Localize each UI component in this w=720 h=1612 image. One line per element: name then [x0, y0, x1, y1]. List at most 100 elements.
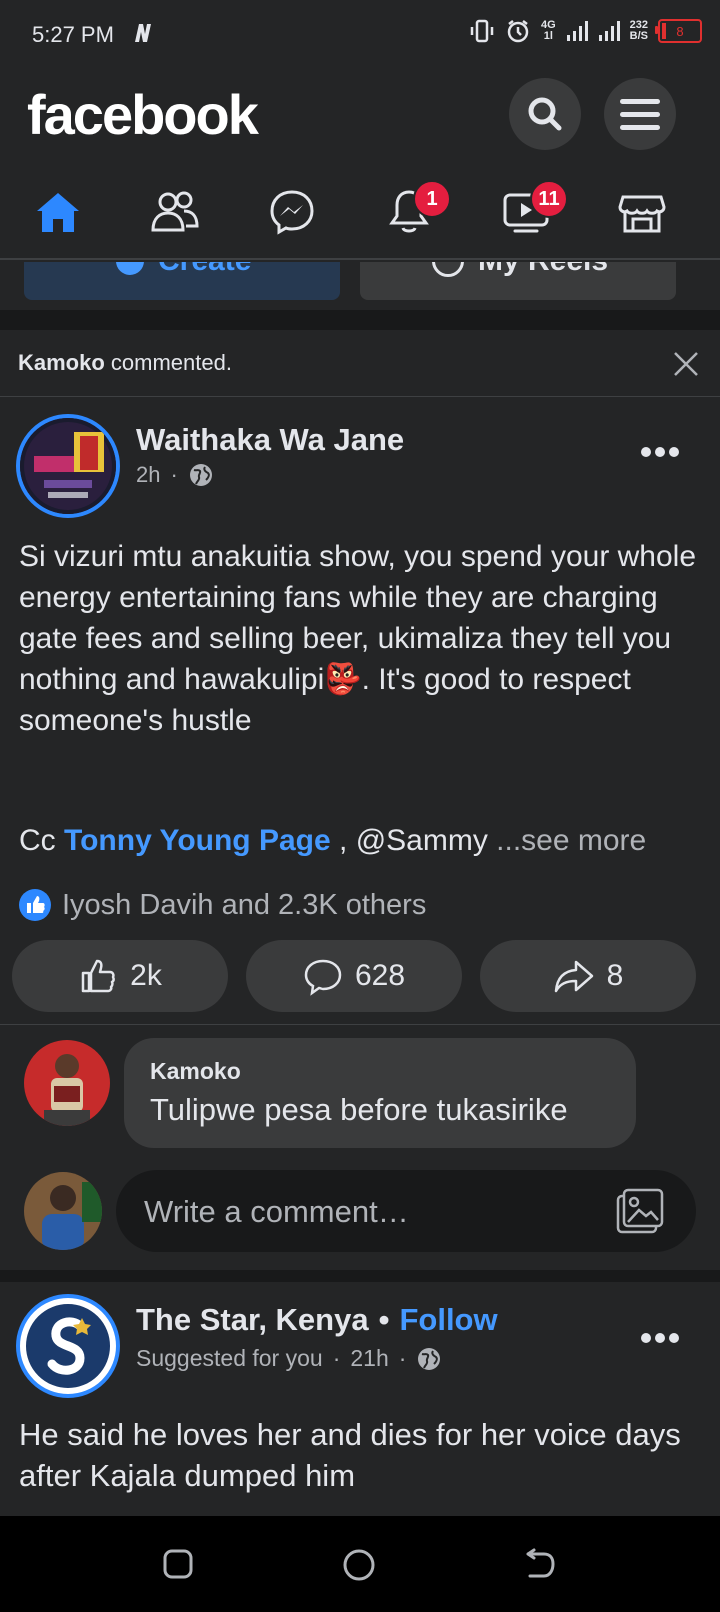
reels-icon	[432, 262, 464, 277]
thumbs-up-icon	[81, 959, 116, 993]
recents-icon[interactable]	[162, 1548, 194, 1580]
reactions-summary[interactable]: Iyosh Davih and 2.3K others	[18, 888, 426, 922]
friends-icon	[151, 191, 199, 232]
tab-friends[interactable]	[145, 184, 205, 240]
my-reels-label: My Reels	[478, 262, 608, 278]
watch-badge: 11	[530, 180, 568, 218]
tagged-page-link[interactable]: Tonny Young Page	[64, 824, 331, 857]
section-divider	[0, 310, 720, 330]
share-count: 8	[606, 959, 624, 992]
notifications-badge: 1	[413, 180, 451, 218]
commenter-avatar-image	[24, 1040, 110, 1126]
star-post-body: He said he loves her and dies for her vo…	[19, 1417, 681, 1493]
suggested-label: Suggested for you	[136, 1345, 323, 1371]
post-time[interactable]: 2h	[136, 462, 160, 488]
search-icon	[528, 97, 562, 131]
network-type: 4G 1l	[541, 20, 556, 42]
create-plus-icon	[116, 262, 144, 275]
notice-divider	[0, 396, 720, 397]
tab-home[interactable]	[28, 184, 88, 240]
battery-icon: 8	[655, 19, 702, 43]
star-avatar[interactable]	[16, 1294, 120, 1398]
vibrate-icon	[470, 19, 494, 43]
meta-separator: ·	[170, 462, 178, 487]
comment-count: 628	[354, 959, 406, 992]
tab-notifications[interactable]: 1	[379, 180, 451, 240]
commenter-avatar[interactable]	[24, 1040, 110, 1126]
network-speed: 232 B/S	[630, 20, 648, 42]
comment-text: Tulipwe pesa before tukasirike	[150, 1092, 568, 1127]
netflix-notification-icon	[135, 24, 151, 42]
comment-bubble[interactable]: Kamoko Tulipwe pesa before tukasirike	[124, 1038, 636, 1148]
home-icon	[37, 193, 79, 232]
network-type-bottom: 1l	[543, 30, 553, 42]
post-divider	[0, 1270, 720, 1282]
nav-tabs: 1 11	[0, 172, 720, 256]
star-post-time[interactable]: 21h	[350, 1345, 388, 1372]
post-author-avatar[interactable]	[16, 414, 120, 518]
follow-bullet: •	[378, 1302, 390, 1337]
star-author-name[interactable]: The Star, Kenya	[136, 1302, 369, 1338]
globe-icon	[418, 1347, 441, 1370]
reactions-text: Iyosh Davih and 2.3K others	[62, 888, 427, 921]
header-divider	[0, 258, 720, 260]
star-logo	[22, 1300, 114, 1392]
battery-level: 8	[676, 23, 684, 39]
share-button[interactable]: 8	[480, 940, 696, 1012]
status-time: 5:27 PM	[32, 22, 114, 47]
network-speed-unit: B/S	[629, 30, 648, 42]
user-avatar	[24, 1172, 102, 1250]
post-author-name[interactable]: Waithaka Wa Jane	[136, 422, 404, 458]
messenger-icon	[270, 190, 314, 235]
tab-messenger[interactable]	[262, 184, 322, 240]
post-cc-line: Cc Tonny Young Page , @Sammy ...see more	[19, 824, 646, 858]
post-meta: 2h ·	[136, 462, 214, 488]
close-icon[interactable]	[672, 350, 700, 378]
comment-button[interactable]: 628	[246, 940, 462, 1012]
status-bar: 5:27 PM 4G 1l 232 B/S 8	[0, 0, 720, 72]
search-button[interactable]	[509, 78, 581, 150]
marketplace-icon	[618, 195, 666, 233]
notice-action: commented.	[104, 350, 232, 375]
post-options-icon[interactable]	[640, 446, 680, 458]
comment-input[interactable]	[116, 1170, 586, 1254]
create-reel-button[interactable]: Create	[24, 262, 340, 300]
star-meta: Suggested for you · 21h ·	[136, 1345, 442, 1372]
user-avatar-image	[24, 1172, 102, 1250]
cc-prefix: Cc	[19, 824, 64, 857]
follow-button[interactable]: Follow	[399, 1302, 497, 1338]
star-meta-separator-2: ·	[398, 1345, 407, 1371]
write-comment-box[interactable]	[116, 1170, 696, 1254]
my-reels-button[interactable]: My Reels	[360, 262, 676, 300]
comment-author[interactable]: Kamoko	[150, 1058, 241, 1085]
menu-button[interactable]	[604, 78, 676, 150]
notice-text: Kamoko commented.	[18, 350, 232, 376]
menu-icon	[620, 99, 660, 130]
facebook-logo[interactable]: facebook	[27, 82, 259, 147]
star-author-line: The Star, Kenya • Follow	[136, 1302, 498, 1338]
like-reaction-icon	[19, 889, 51, 921]
star-meta-separator: ·	[332, 1345, 341, 1371]
see-more-link[interactable]: ...see more	[496, 824, 646, 857]
comment-icon	[304, 959, 342, 996]
tab-watch[interactable]: 11	[496, 180, 568, 240]
signal-icon-2	[598, 21, 620, 41]
photo-icon[interactable]	[616, 1188, 664, 1234]
globe-icon	[189, 464, 212, 486]
comment-notice: Kamoko commented.	[0, 330, 720, 396]
like-button[interactable]: 2k	[12, 940, 228, 1012]
cc-rest: , @Sammy	[330, 824, 497, 857]
back-icon[interactable]	[524, 1548, 556, 1580]
tab-marketplace[interactable]	[612, 184, 672, 240]
author-avatar-image	[20, 418, 116, 514]
status-icons: 4G 1l 232 B/S 8	[469, 18, 702, 44]
actions-divider	[0, 1024, 720, 1025]
system-nav-bar	[0, 1516, 720, 1612]
star-post-options-icon[interactable]	[640, 1332, 680, 1344]
create-label: Create	[158, 262, 251, 278]
home-nav-icon[interactable]	[342, 1548, 376, 1582]
signal-icon-1	[566, 21, 588, 41]
post-body: Si vizuri mtu anakuitia show, you spend …	[19, 536, 709, 741]
alarm-icon	[507, 20, 529, 43]
like-count: 2k	[130, 959, 162, 992]
